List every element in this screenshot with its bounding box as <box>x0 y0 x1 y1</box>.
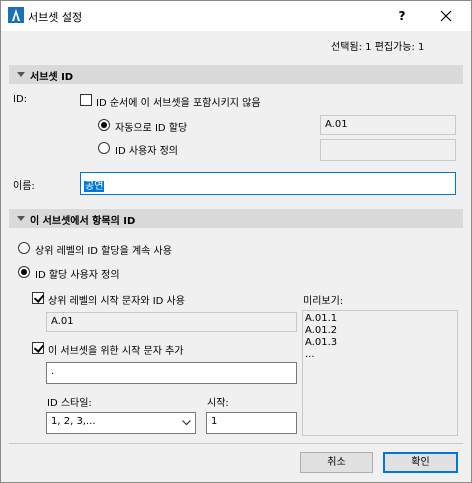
custom-id-assignment-radio[interactable] <box>18 266 30 278</box>
name-label: 이름: <box>13 181 35 192</box>
exclude-from-id-sequence-checkbox[interactable] <box>80 94 92 106</box>
preview-item: A.01.2 <box>305 325 338 336</box>
preview-item: A.01.1 <box>305 313 338 324</box>
cancel-button[interactable]: 취소 <box>300 452 373 473</box>
id-style-value: 1, 2, 3,... <box>51 416 96 427</box>
archicad-app-icon <box>8 7 24 23</box>
help-button[interactable]: ? <box>387 5 417 27</box>
exclude-from-id-sequence-label: ID 순서에 이 서브셋을 포함시키지 않음 <box>96 98 261 109</box>
id-label: ID: <box>13 94 28 105</box>
footer-divider <box>9 443 463 444</box>
ok-button[interactable]: 확인 <box>383 452 458 473</box>
preview-box: A.01.1 A.01.2 A.01.3 ... <box>302 310 458 436</box>
close-button[interactable] <box>431 4 461 28</box>
section-title: 이 서브셋에서 항목의 ID <box>30 216 136 227</box>
id-style-select[interactable]: 1, 2, 3,... <box>46 412 196 434</box>
custom-id-assignment-label: ID 할당 사용자 정의 <box>35 270 120 281</box>
chevron-down-icon <box>182 420 191 426</box>
close-icon <box>440 10 452 22</box>
auto-id-value-field: A.01 <box>320 115 456 135</box>
selection-status: 선택됨: 1 편집가능: 1 <box>331 42 425 53</box>
continue-parent-id-label: 상위 레벨의 ID 할당을 계속 사용 <box>35 246 172 257</box>
auto-assign-id-label: 자동으로 ID 할당 <box>115 123 188 134</box>
custom-id-label: ID 사용자 정의 <box>115 146 179 157</box>
subset-settings-dialog: 서브셋 설정 ? 선택됨: 1 편집가능: 1 서브셋 ID ID: ID 순서… <box>0 0 472 483</box>
preview-label: 미리보기: <box>303 296 344 307</box>
preview-item: A.01.3 <box>305 337 338 348</box>
custom-id-radio[interactable] <box>98 142 110 154</box>
preview-item: ... <box>305 349 315 360</box>
id-style-label: ID 스타일: <box>47 398 92 409</box>
window-title: 서브셋 설정 <box>28 11 83 24</box>
name-input-selected-text: 공연 <box>84 181 105 192</box>
title-bar: 서브셋 설정 ? <box>1 1 471 31</box>
item-id-section-header[interactable]: 이 서브셋에서 항목의 ID <box>9 209 463 228</box>
parent-prefix-field: A.01 <box>46 312 297 332</box>
name-input[interactable]: 공연 <box>80 172 456 195</box>
custom-id-input <box>320 139 456 161</box>
subset-id-section-header[interactable]: 서브셋 ID <box>9 65 463 84</box>
continue-parent-id-radio[interactable] <box>18 242 30 254</box>
add-subset-prefix-label: 이 서브셋을 위한 시작 문자 추가 <box>48 346 184 357</box>
subset-prefix-input[interactable]: . <box>46 362 297 384</box>
start-label: 시작: <box>207 398 229 409</box>
use-parent-prefix-checkbox[interactable] <box>32 292 44 304</box>
use-parent-prefix-label: 상위 레벨의 시작 문자와 ID 사용 <box>48 296 185 307</box>
collapse-triangle-icon <box>17 72 25 77</box>
section-title: 서브셋 ID <box>30 72 74 83</box>
start-number-input[interactable]: 1 <box>206 412 297 434</box>
auto-assign-id-radio[interactable] <box>98 119 110 131</box>
add-subset-prefix-checkbox[interactable] <box>32 342 44 354</box>
collapse-triangle-icon <box>17 216 25 221</box>
